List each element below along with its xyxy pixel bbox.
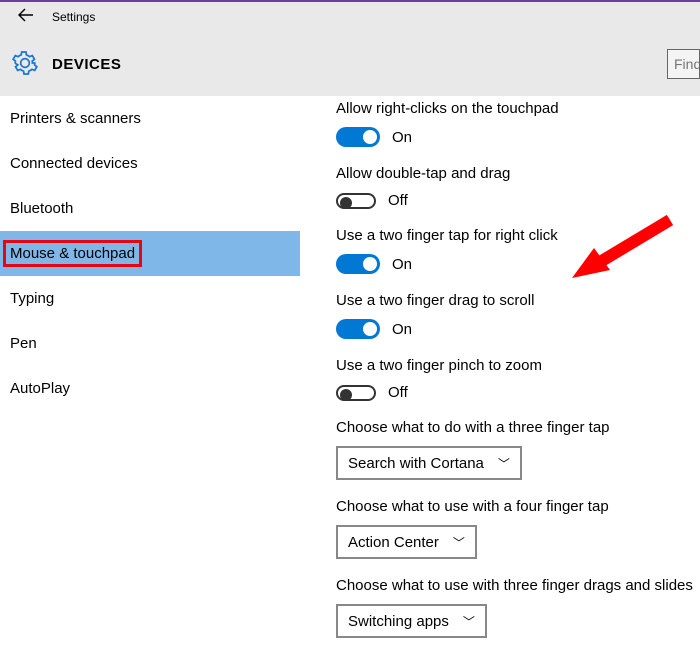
setting-label: Use a two finger tap for right click — [336, 227, 700, 244]
setting-double-tap-drag: Allow double-tap and drag Off — [336, 165, 700, 209]
setting-two-finger-tap-right-click: Use a two finger tap for right click On — [336, 227, 700, 274]
toggle-state-text: On — [392, 129, 412, 146]
sidebar-item-label: Typing — [10, 290, 54, 307]
dropdown-value: Switching apps — [348, 613, 449, 630]
toggle-allow-right-clicks[interactable] — [336, 127, 380, 147]
dropdown-value: Action Center — [348, 534, 439, 551]
setting-label: Use a two finger drag to scroll — [336, 292, 700, 309]
sidebar-item-label: Pen — [10, 335, 37, 352]
toggle-double-tap-drag[interactable] — [336, 193, 376, 209]
dropdown-three-finger-tap[interactable]: Search with Cortana ﹀ — [336, 446, 522, 480]
content-pane: Allow right-clicks on the touchpad On Al… — [300, 96, 700, 663]
sidebar-item-label: Bluetooth — [10, 200, 73, 217]
back-button[interactable] — [18, 8, 52, 27]
setting-four-finger-tap: Choose what to use with a four finger ta… — [336, 498, 700, 559]
chevron-down-icon: ﹀ — [453, 534, 465, 551]
setting-label: Allow right-clicks on the touchpad — [336, 100, 700, 117]
setting-label: Choose what to do with a three finger ta… — [336, 419, 700, 436]
toggle-two-finger-scroll[interactable] — [336, 319, 380, 339]
toggle-two-finger-tap[interactable] — [336, 254, 380, 274]
dropdown-three-finger-drag[interactable]: Switching apps ﹀ — [336, 604, 487, 638]
sidebar-item-bluetooth[interactable]: Bluetooth — [0, 186, 300, 231]
setting-two-finger-drag-scroll: Use a two finger drag to scroll On — [336, 292, 700, 339]
toggle-state-text: On — [392, 321, 412, 338]
window-title: Settings — [52, 10, 95, 24]
toggle-two-finger-pinch[interactable] — [336, 385, 376, 401]
setting-label: Use a two finger pinch to zoom — [336, 357, 700, 374]
gear-icon — [12, 50, 38, 79]
sidebar-item-connected-devices[interactable]: Connected devices — [0, 141, 300, 186]
setting-three-finger-tap: Choose what to do with a three finger ta… — [336, 419, 700, 480]
sidebar-item-label: Printers & scanners — [10, 110, 141, 127]
toggle-state-text: On — [392, 256, 412, 273]
arrow-left-icon — [18, 8, 34, 22]
sidebar-item-typing[interactable]: Typing — [0, 276, 300, 321]
setting-label: Choose what to use with three finger dra… — [336, 577, 700, 594]
search-input[interactable] — [674, 56, 699, 72]
sidebar-item-pen[interactable]: Pen — [0, 321, 300, 366]
page-header: DEVICES — [0, 32, 700, 96]
dropdown-four-finger-tap[interactable]: Action Center ﹀ — [336, 525, 477, 559]
toggle-state-text: Off — [388, 384, 408, 401]
setting-two-finger-pinch-zoom: Use a two finger pinch to zoom Off — [336, 357, 700, 401]
title-bar: Settings — [0, 0, 700, 32]
sidebar-item-label: AutoPlay — [10, 380, 70, 397]
sidebar: Printers & scanners Connected devices Bl… — [0, 96, 300, 663]
setting-label: Choose what to use with a four finger ta… — [336, 498, 700, 515]
sidebar-item-mouse-touchpad[interactable]: Mouse & touchpad — [0, 231, 300, 276]
dropdown-value: Search with Cortana — [348, 455, 484, 472]
sidebar-item-autoplay[interactable]: AutoPlay — [0, 366, 300, 411]
toggle-state-text: Off — [388, 192, 408, 209]
sidebar-item-label: Connected devices — [10, 155, 138, 172]
page-title: DEVICES — [52, 56, 121, 73]
chevron-down-icon: ﹀ — [463, 613, 475, 630]
search-box[interactable] — [667, 49, 700, 79]
setting-allow-right-clicks: Allow right-clicks on the touchpad On — [336, 100, 700, 147]
chevron-down-icon: ﹀ — [498, 455, 510, 472]
sidebar-item-label: Mouse & touchpad — [10, 245, 135, 262]
setting-three-finger-drag: Choose what to use with three finger dra… — [336, 577, 700, 638]
sidebar-item-printers[interactable]: Printers & scanners — [0, 96, 300, 141]
setting-label: Allow double-tap and drag — [336, 165, 700, 182]
